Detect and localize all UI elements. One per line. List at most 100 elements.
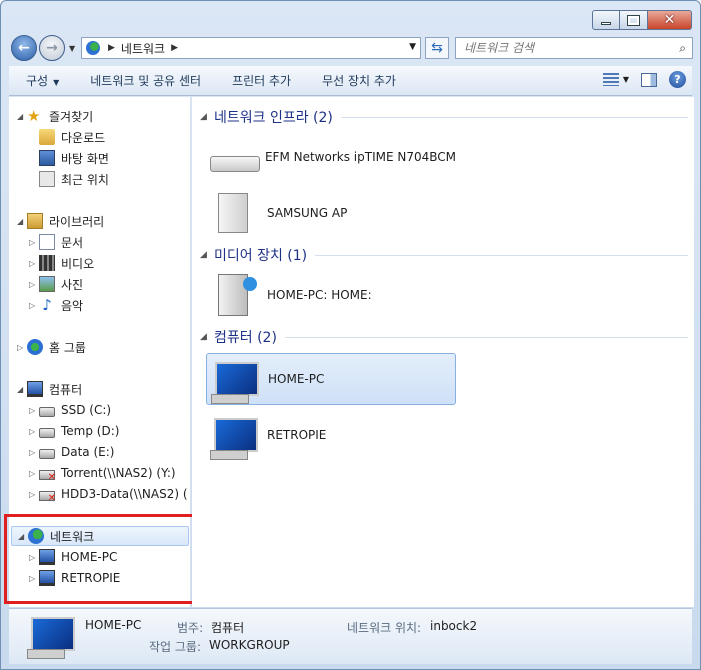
tree-homegroup[interactable]: ▷ 홈 그룹 bbox=[17, 337, 86, 357]
refresh-button[interactable]: ⇆ bbox=[425, 37, 449, 59]
search-icon[interactable]: ⌕ bbox=[679, 41, 686, 56]
collapsed-arrow-icon[interactable]: ▷ bbox=[29, 406, 39, 415]
command-bar: 구성 ▼ 네트워크 및 공유 센터 프린터 추가 무선 장치 추가 ▼ ? bbox=[9, 66, 692, 96]
tree-item-desktop[interactable]: 바탕 화면 bbox=[39, 148, 109, 168]
tree-item-pictures[interactable]: ▷ 사진 bbox=[29, 274, 83, 294]
collapsed-arrow-icon[interactable]: ▷ bbox=[29, 574, 39, 583]
tree-network[interactable]: ◢ 네트워크 bbox=[11, 526, 189, 546]
tree-item-drive-y[interactable]: ▷ Torrent(\\NAS2) (Y:) bbox=[29, 463, 176, 483]
tree-libraries[interactable]: ◢ 라이브러리 bbox=[17, 211, 104, 231]
computer-icon bbox=[39, 549, 55, 565]
organize-menu[interactable]: 구성 ▼ bbox=[9, 72, 73, 89]
tree-item-drive-e[interactable]: ▷ Data (E:) bbox=[29, 442, 114, 462]
expanded-arrow-icon[interactable]: ◢ bbox=[17, 385, 27, 394]
details-location-label: 네트워크 위치: bbox=[347, 621, 422, 635]
maximize-button[interactable] bbox=[620, 10, 648, 30]
add-printer-button[interactable]: 프린터 추가 bbox=[215, 72, 305, 89]
network-icon bbox=[28, 528, 44, 544]
drive-icon bbox=[39, 428, 55, 438]
address-bar[interactable]: ▶ 네트워크 ▶ ▼ bbox=[81, 37, 421, 59]
caption-buttons: ✕ bbox=[592, 10, 692, 30]
group-title: 미디어 장치 (1) bbox=[214, 248, 308, 264]
computer-item-home-pc[interactable]: HOME-PC bbox=[206, 353, 456, 405]
device-name: SAMSUNG AP bbox=[267, 206, 348, 220]
details-workgroup-value: WORKGROUP bbox=[209, 638, 290, 652]
homegroup-icon bbox=[27, 339, 43, 355]
collapsed-arrow-icon[interactable]: ▷ bbox=[29, 490, 39, 499]
breadcrumb-separator-icon[interactable]: ▶ bbox=[108, 43, 115, 53]
tree-item-drive-c[interactable]: ▷ SSD (C:) bbox=[29, 400, 111, 420]
change-view-icon[interactable] bbox=[602, 73, 619, 86]
view-dropdown-icon[interactable]: ▼ bbox=[623, 75, 629, 84]
device-name: HOME-PC: HOME: bbox=[267, 288, 372, 302]
explorer-window: ✕ ← → ▼ ▶ 네트워크 ▶ ▼ ⇆ ⌕ 구성 ▼ 네트워크 및 공유 센터 … bbox=[0, 0, 701, 670]
expanded-arrow-icon[interactable]: ◢ bbox=[17, 112, 27, 121]
tree-label: 비디오 bbox=[61, 256, 95, 271]
navigation-pane: ◢ ★ 즐겨찾기 다운로드 바탕 화면 최근 위치 ◢ 라이브러리 ▷ 문서 ▷ bbox=[9, 97, 191, 607]
tree-label: 최근 위치 bbox=[61, 172, 109, 187]
close-button[interactable]: ✕ bbox=[648, 10, 692, 30]
collapsed-arrow-icon[interactable]: ▷ bbox=[17, 343, 27, 352]
tree-item-retropie[interactable]: ▷ RETROPIE bbox=[29, 568, 120, 588]
forward-button[interactable]: → bbox=[39, 35, 65, 61]
tree-item-downloads[interactable]: 다운로드 bbox=[39, 127, 105, 147]
collapsed-arrow-icon[interactable]: ▷ bbox=[29, 553, 39, 562]
expanded-arrow-icon[interactable]: ◢ bbox=[17, 217, 27, 226]
help-icon[interactable]: ? bbox=[669, 71, 686, 88]
group-header-computers[interactable]: ◢ 컴퓨터 (2) bbox=[200, 327, 688, 347]
search-box[interactable]: ⌕ bbox=[455, 37, 693, 59]
library-icon bbox=[27, 213, 43, 229]
expanded-arrow-icon[interactable]: ◢ bbox=[18, 532, 28, 541]
tree-item-drive-hdd3[interactable]: ▷ HDD3-Data(\\NAS2) ( bbox=[29, 484, 188, 504]
breadcrumb-separator-icon[interactable]: ▶ bbox=[171, 43, 178, 53]
group-divider bbox=[340, 116, 688, 118]
music-icon: ♪ bbox=[42, 296, 52, 314]
network-sharing-center-button[interactable]: 네트워크 및 공유 센터 bbox=[73, 72, 215, 89]
back-button[interactable]: ← bbox=[11, 35, 37, 61]
computer-item-retropie[interactable]: RETROPIE bbox=[206, 409, 456, 461]
expanded-arrow-icon[interactable]: ◢ bbox=[200, 250, 214, 260]
expanded-arrow-icon[interactable]: ◢ bbox=[200, 112, 214, 122]
tree-computer[interactable]: ◢ 컴퓨터 bbox=[17, 379, 82, 399]
tree-item-recent-places[interactable]: 최근 위치 bbox=[39, 169, 109, 189]
details-category-label: 범주: bbox=[177, 621, 204, 635]
router-icon bbox=[210, 156, 260, 172]
preview-pane-icon[interactable] bbox=[641, 72, 657, 87]
tree-item-drive-d[interactable]: ▷ Temp (D:) bbox=[29, 421, 119, 441]
tree-item-videos[interactable]: ▷ 비디오 bbox=[29, 253, 94, 273]
computer-name: HOME-PC bbox=[268, 372, 325, 386]
search-input[interactable] bbox=[464, 41, 664, 55]
minimize-button[interactable] bbox=[592, 10, 620, 30]
details-category-value: 컴퓨터 bbox=[211, 621, 245, 635]
add-wireless-device-button[interactable]: 무선 장치 추가 bbox=[305, 72, 410, 89]
collapsed-arrow-icon[interactable]: ▷ bbox=[29, 427, 39, 436]
breadcrumb-network[interactable]: 네트워크 bbox=[121, 40, 165, 57]
group-title: 네트워크 인프라 (2) bbox=[214, 110, 333, 126]
tree-label: 라이브러리 bbox=[49, 214, 105, 229]
collapsed-arrow-icon[interactable]: ▷ bbox=[29, 301, 39, 310]
group-header-infrastructure[interactable]: ◢ 네트워크 인프라 (2) bbox=[200, 107, 688, 127]
device-item-media-server[interactable]: HOME-PC: HOME: bbox=[206, 269, 456, 321]
tree-item-music[interactable]: ▷ ♪ 음악 bbox=[29, 295, 83, 315]
collapsed-arrow-icon[interactable]: ▷ bbox=[29, 280, 39, 289]
collapsed-arrow-icon[interactable]: ▷ bbox=[29, 448, 39, 457]
device-item-access-point[interactable]: SAMSUNG AP bbox=[206, 187, 456, 239]
collapsed-arrow-icon[interactable]: ▷ bbox=[29, 259, 39, 268]
access-point-icon bbox=[218, 193, 248, 233]
group-header-media[interactable]: ◢ 미디어 장치 (1) bbox=[200, 245, 688, 265]
device-item-router[interactable]: EFM Networks ipTIME N704BCM bbox=[206, 131, 456, 183]
recent-pages-dropdown[interactable]: ▼ bbox=[69, 44, 75, 53]
tree-label: 다운로드 bbox=[61, 130, 106, 145]
tree-label: Temp (D:) bbox=[61, 424, 120, 438]
tree-label: 사진 bbox=[61, 277, 84, 292]
tree-item-home-pc[interactable]: ▷ HOME-PC bbox=[29, 547, 117, 567]
tree-item-documents[interactable]: ▷ 문서 bbox=[29, 232, 83, 252]
address-dropdown-icon[interactable]: ▼ bbox=[409, 42, 416, 52]
computer-icon bbox=[211, 362, 259, 404]
collapsed-arrow-icon[interactable]: ▷ bbox=[29, 469, 39, 478]
tree-favorites[interactable]: ◢ ★ 즐겨찾기 bbox=[17, 106, 93, 126]
expanded-arrow-icon[interactable]: ◢ bbox=[200, 332, 214, 342]
recent-places-icon bbox=[39, 171, 55, 187]
collapsed-arrow-icon[interactable]: ▷ bbox=[29, 238, 39, 247]
desktop-icon bbox=[39, 150, 55, 166]
